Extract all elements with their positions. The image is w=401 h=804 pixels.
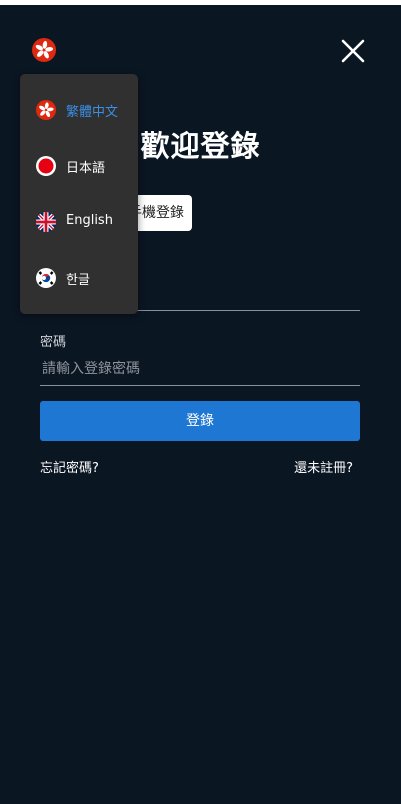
language-label: 日本語 [66,161,106,176]
language-label: English [66,213,113,228]
uk-flag-icon [36,212,56,232]
japan-flag-icon [36,156,56,176]
language-item-english[interactable]: English [20,194,138,250]
login-button[interactable]: 登錄 [40,401,360,441]
password-label: 密碼 [40,335,67,350]
language-menu: 繁體中文 日本語 English 한글 [20,74,138,314]
language-item-traditional-chinese[interactable]: 繁體中文 [20,82,138,138]
password-input[interactable] [40,355,364,383]
forgot-password-link[interactable]: 忘記密碼? [40,457,99,476]
login-screen: 歡迎登錄 手機登錄 密碼 登錄 忘記密碼? 還未註冊? 繁體中文 日本語 Eng… [0,5,401,804]
hong-kong-flag-icon[interactable] [32,38,56,62]
close-icon[interactable] [340,38,366,64]
register-link[interactable]: 還未註冊? [294,457,353,476]
password-field-underline [40,385,360,386]
language-item-korean[interactable]: 한글 [20,250,138,306]
language-label: 繁體中文 [66,105,119,120]
korea-flag-icon [36,268,56,288]
language-item-japanese[interactable]: 日本語 [20,138,138,194]
hong-kong-flag-icon [36,100,56,120]
language-label: 한글 [66,273,90,288]
